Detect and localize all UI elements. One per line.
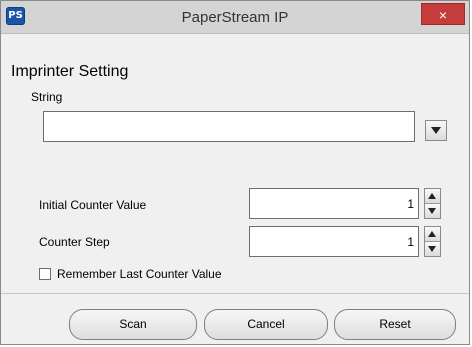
string-dropdown-button[interactable] [425,120,447,141]
counter-step-label: Counter Step [39,235,110,249]
remember-counter-label[interactable]: Remember Last Counter Value [57,267,222,281]
spin-down-icon [428,245,436,252]
reset-button[interactable]: Reset [334,309,456,340]
dialog-window: PS PaperStream IP × Imprinter Setting St… [0,0,470,345]
spin-up-icon [428,231,436,237]
initial-counter-down-button[interactable] [425,203,440,218]
initial-counter-label: Initial Counter Value [39,198,147,212]
cancel-button[interactable]: Cancel [204,309,328,340]
spin-down-icon [428,207,436,214]
remember-counter-checkbox[interactable] [39,268,51,280]
section-heading: Imprinter Setting [11,63,129,80]
counter-step-down-button[interactable] [425,241,440,256]
title-bar: PS PaperStream IP × [1,1,469,34]
initial-counter-up-button[interactable] [425,189,440,204]
initial-counter-spinner[interactable] [424,188,441,219]
close-button[interactable]: × [421,3,465,25]
scan-button[interactable]: Scan [69,309,197,340]
counter-step-input[interactable]: 1 [249,226,419,257]
chevron-down-icon [431,127,441,134]
initial-counter-input[interactable]: 1 [249,188,419,219]
string-label: String [31,90,63,104]
window-title: PaperStream IP [181,9,289,26]
spin-up-icon [428,193,436,199]
button-separator [1,293,469,294]
counter-step-up-button[interactable] [425,227,440,242]
counter-step-spinner[interactable] [424,226,441,257]
string-input[interactable] [43,111,415,142]
